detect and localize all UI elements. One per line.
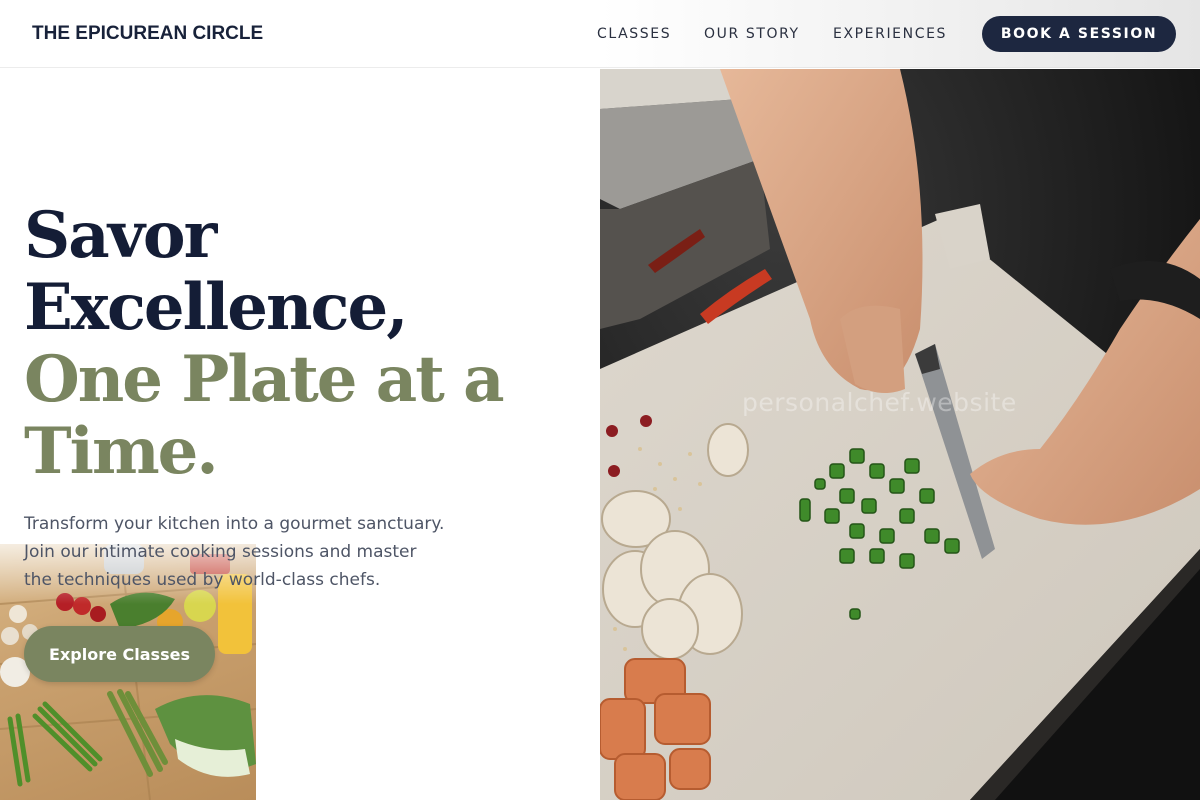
chef-chopping-photo — [600, 69, 1200, 800]
hero-title-line-2: Excellence, — [24, 270, 408, 345]
hero-subtitle-line-1: Transform your kitchen into a gourmet sa… — [24, 514, 445, 534]
chef-chopping-illustration — [600, 69, 1200, 800]
watermark-text: personalchef.website — [742, 388, 1017, 417]
hero-subtitle: Transform your kitchen into a gourmet sa… — [24, 510, 494, 594]
site-header: THE EPICUREAN CIRCLE CLASSES OUR STORY E… — [0, 0, 1200, 68]
explore-classes-button[interactable]: Explore Classes — [24, 626, 215, 682]
hero-title-accent-line-2: Time. — [24, 414, 219, 489]
hero-subtitle-line-2: Join our intimate cooking sessions and m… — [24, 542, 417, 562]
hero-title-accent-line-1: One Plate at a — [24, 342, 505, 417]
nav-link-our-story[interactable]: OUR STORY — [704, 24, 800, 44]
hero-title-line-1: Savor — [24, 198, 217, 273]
nav-link-classes[interactable]: CLASSES — [597, 24, 671, 44]
hero-subtitle-line-3: the techniques used by world-class chefs… — [24, 570, 381, 590]
book-session-button[interactable]: BOOK A SESSION — [982, 16, 1176, 52]
site-logo[interactable]: THE EPICUREAN CIRCLE — [32, 22, 263, 46]
hero-title: Savor Excellence, One Plate at a Time. — [24, 200, 584, 488]
nav-link-experiences[interactable]: EXPERIENCES — [833, 24, 947, 44]
